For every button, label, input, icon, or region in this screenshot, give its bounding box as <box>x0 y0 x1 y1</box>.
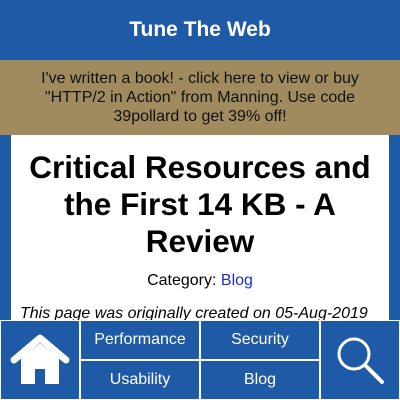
site-title[interactable]: Tune The Web <box>129 18 271 42</box>
bottom-nav: Performance Security Usability Blog <box>0 320 400 400</box>
original-date-note: This page was originally created on 05-A… <box>20 305 368 320</box>
article-content: Critical Resources and the First 14 KB -… <box>11 135 389 320</box>
nav-item-blog[interactable]: Blog <box>200 360 320 400</box>
home-icon <box>10 334 70 384</box>
page-title: Critical Resources and the First 14 KB -… <box>29 149 371 259</box>
promo-text[interactable]: I've written a book! - click here to vie… <box>30 69 370 126</box>
nav-item-security[interactable]: Security <box>200 320 320 360</box>
nav-item-performance[interactable]: Performance <box>80 320 200 360</box>
nav-item-label: Security <box>231 331 289 348</box>
nav-item-label: Usability <box>109 371 171 388</box>
book-promo-banner[interactable]: I've written a book! - click here to vie… <box>0 60 400 135</box>
category-label: Category: <box>147 272 217 289</box>
site-header: Tune The Web <box>0 0 400 60</box>
nav-item-label: Blog <box>243 371 277 388</box>
article-category: Category: Blog <box>11 272 389 290</box>
nav-item-usability[interactable]: Usability <box>80 360 200 400</box>
search-button[interactable] <box>320 320 400 400</box>
nav-item-label: Performance <box>94 331 186 348</box>
home-button[interactable] <box>0 320 80 400</box>
search-icon <box>337 337 384 384</box>
category-link-blog[interactable]: Blog <box>221 272 253 289</box>
